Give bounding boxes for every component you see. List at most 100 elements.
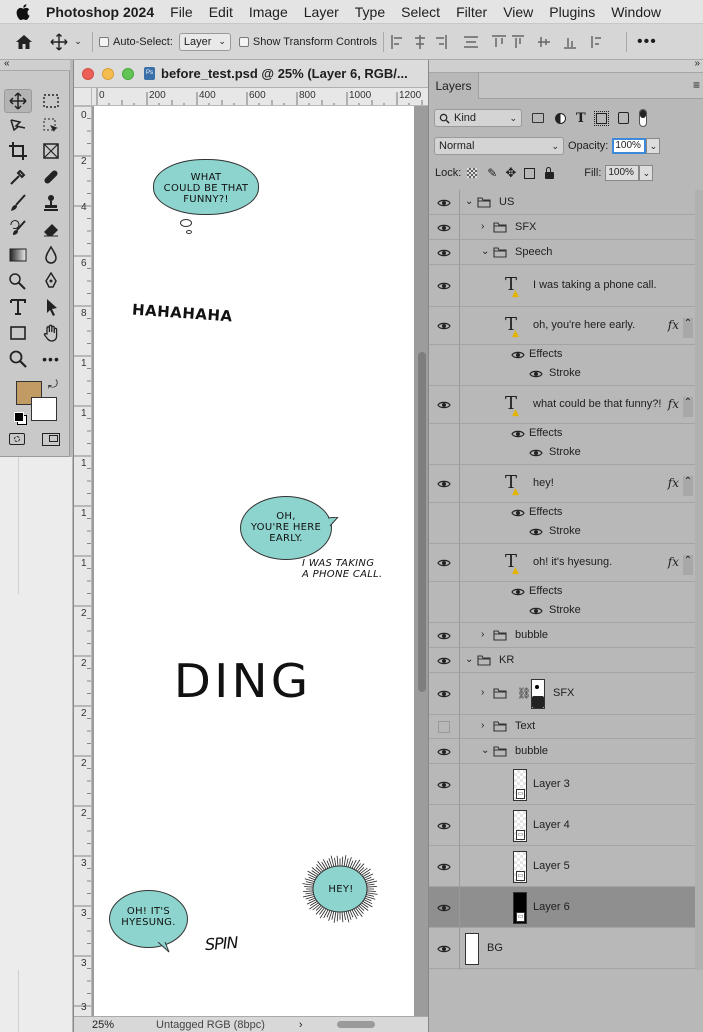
layer-row-hyesung[interactable]: T ▲ oh! it's hyesung. fx ⌃ [429, 544, 695, 582]
menu-file[interactable]: File [170, 4, 193, 20]
layer-row-layer4[interactable]: ▭ Layer 4 [429, 805, 695, 846]
home-icon[interactable] [0, 30, 48, 54]
eye-icon[interactable] [511, 508, 525, 521]
layer-row-stroke[interactable]: Stroke [429, 443, 695, 465]
eye-icon[interactable] [437, 558, 453, 570]
eye-icon[interactable] [511, 350, 525, 363]
rectangle-tool-icon[interactable] [4, 321, 32, 345]
menu-edit[interactable]: Edit [209, 4, 233, 20]
layer-row-stroke[interactable]: Stroke [429, 601, 695, 623]
filter-type-icon[interactable]: T [576, 111, 586, 126]
eraser-tool-icon[interactable] [37, 217, 65, 241]
layers-scrollbar[interactable] [695, 190, 703, 970]
layer-row-us[interactable]: ⌄ US [429, 190, 695, 215]
lasso-tool-icon[interactable] [4, 114, 32, 138]
layer-row-effects[interactable]: Effects [429, 582, 695, 601]
eye-icon[interactable] [437, 321, 453, 333]
lock-pixels-icon[interactable]: ✎ [487, 166, 497, 180]
layer-row-hey[interactable]: T ▲ hey! fx ⌃ [429, 465, 695, 503]
lock-position-icon[interactable]: ✥ [505, 165, 516, 181]
more-tools-icon[interactable]: ••• [37, 347, 65, 371]
eye-icon[interactable] [437, 862, 453, 874]
fx-icon[interactable]: fx [668, 397, 679, 411]
chevron-up-icon[interactable]: ⌃ [683, 476, 693, 496]
layer-row-kr-text[interactable]: › Text [429, 715, 695, 739]
gradient-tool-icon[interactable] [4, 243, 32, 267]
eye-icon[interactable] [437, 821, 453, 833]
layer-row-kr-bubble[interactable]: ⌄ bubble [429, 739, 695, 764]
layer-row-kr-sfx[interactable]: › ⛓ SFX [429, 673, 695, 715]
layer-thumbnail[interactable]: ▭ [513, 809, 527, 842]
chevron-right-icon[interactable]: › [481, 221, 484, 232]
eye-icon[interactable] [437, 780, 453, 792]
layer-thumbnail[interactable]: ▭ [513, 768, 527, 801]
blur-tool-icon[interactable] [37, 243, 65, 267]
layer-row-effects[interactable]: Effects [429, 424, 695, 443]
tab-layers[interactable]: Layers [429, 73, 479, 99]
layer-row-us-sfx[interactable]: › SFX [429, 215, 695, 240]
auto-select-dropdown[interactable]: Layer ⌄ [178, 32, 231, 51]
distribute-buttons-icon[interactable] [510, 34, 620, 50]
menu-select[interactable]: Select [401, 4, 440, 20]
menu-image[interactable]: Image [249, 4, 288, 20]
auto-select-checkbox[interactable] [99, 36, 109, 47]
swap-colors-icon[interactable]: ⤾ [48, 377, 58, 392]
vertical-scrollbar[interactable] [415, 106, 429, 1016]
eye-icon[interactable] [437, 223, 453, 235]
eyedropper-tool-icon[interactable] [4, 165, 32, 189]
zoom-level[interactable]: 25% [92, 1019, 114, 1031]
panel-menu-icon[interactable]: ≡ [693, 78, 700, 92]
layer-row-phone[interactable]: T ▲ I was taking a phone call. [429, 265, 695, 307]
lock-all-icon[interactable] [545, 166, 555, 179]
layer-row-funny[interactable]: T ▲ what could be that funny?! fx ⌃ [429, 386, 695, 424]
healing-brush-tool-icon[interactable] [37, 165, 65, 189]
layer-thumbnail[interactable] [465, 932, 479, 965]
eye-icon[interactable] [437, 944, 453, 956]
lock-artboard-icon[interactable] [524, 167, 536, 179]
menu-window[interactable]: Window [611, 4, 661, 20]
layer-row-stroke[interactable]: Stroke [429, 364, 695, 386]
menu-view[interactable]: View [503, 4, 533, 20]
eye-icon[interactable] [437, 198, 453, 210]
hand-tool-icon[interactable] [37, 321, 65, 345]
minimize-icon[interactable] [102, 67, 114, 80]
filter-shape-icon[interactable] [593, 110, 609, 126]
zoom-icon[interactable] [122, 67, 134, 80]
filter-kind-dropdown[interactable]: Kind ⌄ [434, 109, 522, 127]
chevron-down-icon[interactable]: ⌄ [639, 165, 654, 181]
chevron-right-icon[interactable]: › [481, 720, 484, 731]
menu-filter[interactable]: Filter [456, 4, 487, 20]
app-name[interactable]: Photoshop 2024 [46, 4, 154, 20]
filter-pixel-icon[interactable] [532, 113, 544, 123]
layer-row-us-bubble[interactable]: › bubble [429, 623, 695, 648]
layer-thumbnail[interactable]: ▭ [513, 891, 527, 924]
layer-row-bg[interactable]: BG [429, 928, 695, 969]
stamp-tool-icon[interactable] [37, 191, 65, 215]
eye-icon[interactable] [511, 429, 525, 442]
type-tool-icon[interactable] [4, 295, 32, 319]
lock-transparency-icon[interactable] [467, 168, 478, 178]
menu-plugins[interactable]: Plugins [549, 4, 595, 20]
scroll-thumb[interactable] [418, 352, 426, 692]
menu-layer[interactable]: Layer [304, 4, 339, 20]
dodge-tool-icon[interactable] [4, 269, 32, 293]
layer-row-effects[interactable]: Effects [429, 503, 695, 522]
eye-icon[interactable] [437, 631, 453, 643]
layer-row-kr[interactable]: ⌄ KR [429, 648, 695, 673]
marquee-tool-icon[interactable] [37, 89, 65, 113]
horizontal-scroll-thumb[interactable] [336, 1021, 375, 1028]
horizontal-ruler[interactable]: 0 200 400 600 800 1000 1200 [92, 88, 429, 106]
eye-icon[interactable] [437, 747, 453, 759]
object-select-tool-icon[interactable] [37, 114, 65, 138]
layer-row-layer5[interactable]: ▭ Layer 5 [429, 846, 695, 887]
frame-tool-icon[interactable] [37, 139, 65, 163]
tool-preset-chevron-icon[interactable]: ⌄ [70, 30, 86, 54]
align-buttons-icon[interactable] [390, 34, 510, 50]
filter-toggle[interactable] [638, 109, 647, 127]
document-tab[interactable]: Ps before_test.psd @ 25% (Layer 6, RGB/.… [74, 60, 429, 88]
blend-mode-dropdown[interactable]: Normal ⌄ [434, 137, 564, 155]
more-options-icon[interactable]: ••• [637, 33, 657, 51]
layer-thumbnail[interactable]: ▭ [513, 850, 527, 883]
zoom-tool-icon[interactable] [4, 347, 32, 371]
fx-icon[interactable]: fx [668, 555, 679, 569]
